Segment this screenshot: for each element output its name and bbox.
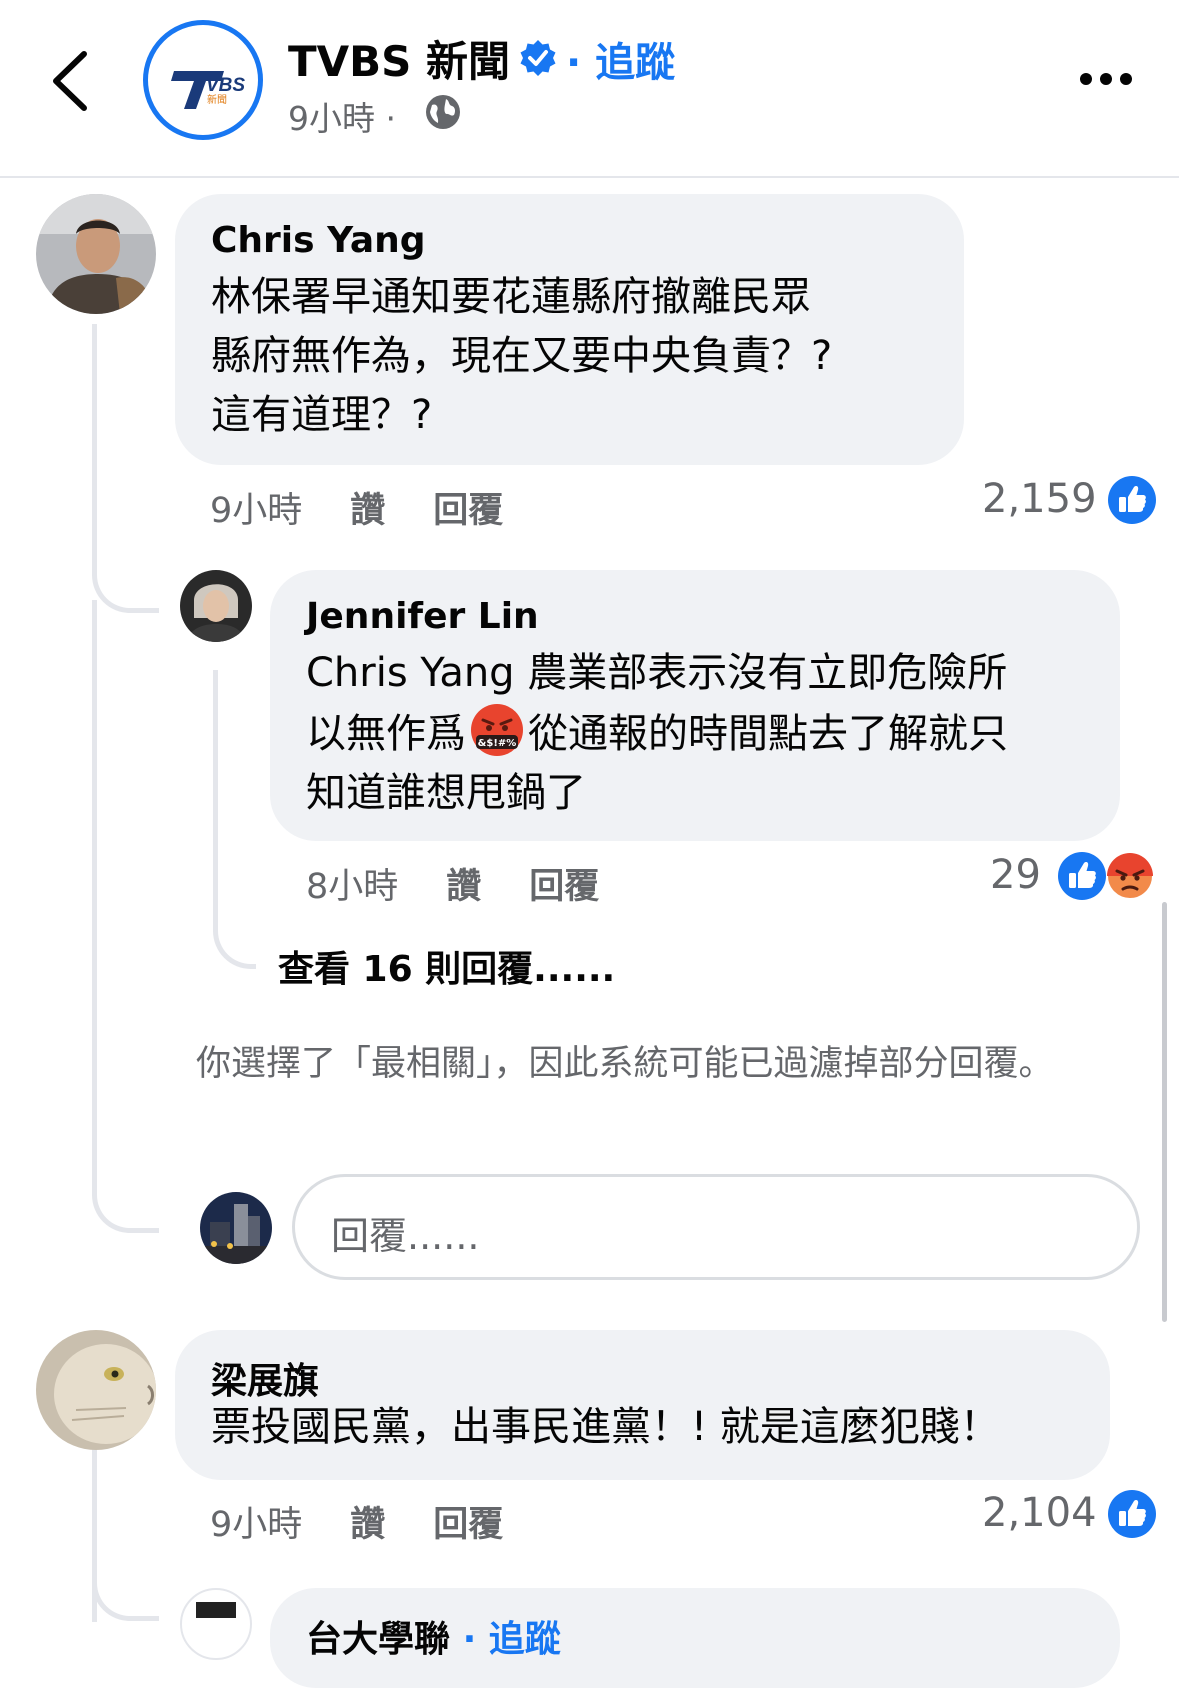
- comment-author[interactable]: 台大學聯 · 追蹤: [306, 1610, 561, 1662]
- cat-photo: [36, 1330, 156, 1450]
- comment-actions: 9小時讚回覆: [210, 1496, 503, 1547]
- globe-icon: [426, 95, 460, 129]
- swearing-face-emoji: &$!#%: [471, 704, 523, 756]
- more-options-icon[interactable]: [1078, 64, 1134, 94]
- reply-button[interactable]: 回覆: [433, 482, 503, 533]
- reply-button[interactable]: 回覆: [529, 858, 599, 909]
- comment-bubble[interactable]: 梁展旗 票投國民黨，出事民進黨！! 就是這麼犯賤！: [175, 1330, 1110, 1480]
- comment-line: 這有道理？?: [211, 392, 433, 438]
- like-button[interactable]: 讚: [446, 858, 481, 909]
- comment-time[interactable]: 9小時: [210, 1496, 302, 1547]
- svg-text:VBS: VBS: [206, 75, 245, 96]
- comment-bubble[interactable]: Chris Yang 林保署早通知要花蓮縣府撤離民眾 縣府無作為，現在又要中央負…: [175, 194, 964, 465]
- user-photo: [36, 194, 156, 314]
- emoji-symbols: &$!#%: [478, 738, 517, 749]
- page-name[interactable]: TVBS 新聞: [288, 28, 510, 89]
- comment-time[interactable]: 9小時: [210, 482, 302, 533]
- reply-button[interactable]: 回覆: [433, 1496, 503, 1547]
- comment-line: Chris Yang 農業部表示沒有立即危險所: [306, 650, 1008, 696]
- like-icon[interactable]: [1108, 1490, 1156, 1538]
- comment-time[interactable]: 8小時: [306, 858, 398, 909]
- comment-bubble[interactable]: Jennifer Lin Chris Yang 農業部表示沒有立即危險所 以無作…: [270, 570, 1120, 841]
- angry-icon[interactable]: [1106, 852, 1154, 900]
- comment-author[interactable]: Chris Yang: [211, 220, 426, 261]
- like-button[interactable]: 讚: [350, 1496, 385, 1547]
- avatar[interactable]: [36, 194, 156, 314]
- comment-line: 以無作爲 &$!#% 從通報的時間點去了解就只: [306, 703, 1008, 764]
- comment-line: 票投國民黨，出事民進黨！! 就是這麼犯賤！: [211, 1404, 1000, 1450]
- org-logo: [196, 1602, 236, 1618]
- comment-actions: 8小時讚回覆: [306, 858, 599, 909]
- follow-button[interactable]: · 追蹤: [463, 1619, 561, 1660]
- like-icon[interactable]: [1058, 852, 1106, 900]
- avatar[interactable]: [180, 570, 252, 642]
- comment-segment: 從通報的時間點去了解就只: [528, 711, 1008, 757]
- reaction-count[interactable]: 29: [990, 852, 1041, 898]
- post-timestamp[interactable]: 9小時 ·: [288, 92, 396, 140]
- comment-line: 縣府無作為，現在又要中央負責？?: [211, 333, 833, 379]
- thread-branch: [92, 1140, 159, 1233]
- view-more-replies[interactable]: 查看 16 則回覆......: [278, 940, 615, 992]
- filter-notice: 你選擇了「最相關」，因此系統可能已過濾掉部分回覆。: [196, 1044, 1054, 1084]
- scrollbar[interactable]: [1162, 902, 1167, 1322]
- tvbs-logo: VBS 新聞: [171, 71, 245, 109]
- svg-text:新聞: 新聞: [207, 93, 227, 106]
- current-user-avatar: [200, 1192, 272, 1264]
- thread-branch: [92, 1572, 159, 1621]
- comment-bubble[interactable]: 台大學聯 · 追蹤: [270, 1588, 1120, 1688]
- comment-segment: 以無作爲: [306, 711, 466, 757]
- page-avatar[interactable]: VBS 新聞: [143, 20, 263, 140]
- comment-author[interactable]: 梁展旗: [211, 1352, 319, 1404]
- thread-branch: [213, 670, 256, 969]
- verified-badge-icon: [520, 40, 556, 76]
- reaction-count[interactable]: 2,159: [982, 476, 1097, 522]
- avatar[interactable]: [36, 1330, 156, 1450]
- follow-button[interactable]: · 追蹤: [566, 30, 675, 88]
- reply-input[interactable]: 回覆......: [292, 1174, 1140, 1280]
- thread-line: [92, 600, 97, 1180]
- like-button[interactable]: 讚: [350, 482, 385, 533]
- thread-branch: [92, 520, 159, 613]
- comment-text: 林保署早通知要花蓮縣府撤離民眾 縣府無作為，現在又要中央負責？? 這有道理？?: [211, 268, 832, 445]
- comment-actions: 9小時讚回覆: [210, 482, 503, 533]
- reaction-count[interactable]: 2,104: [982, 1490, 1097, 1536]
- author-name[interactable]: 台大學聯: [306, 1619, 450, 1660]
- comment-line: 林保署早通知要花蓮縣府撤離民眾: [211, 274, 811, 320]
- comment-text: 票投國民黨，出事民進黨！! 就是這麼犯賤！: [211, 1398, 1000, 1457]
- user-photo: [200, 1192, 272, 1264]
- comment-author[interactable]: Jennifer Lin: [306, 596, 539, 637]
- avatar[interactable]: [180, 1588, 252, 1660]
- back-arrow-icon[interactable]: [48, 50, 94, 112]
- comment-line: 知道誰想甩鍋了: [306, 770, 586, 816]
- reply-placeholder: 回覆......: [331, 1214, 480, 1258]
- comment-text: Chris Yang 農業部表示沒有立即危險所 以無作爲 &$!#% 從通報的時…: [306, 644, 1008, 823]
- like-icon[interactable]: [1108, 476, 1156, 524]
- user-photo: [180, 570, 252, 642]
